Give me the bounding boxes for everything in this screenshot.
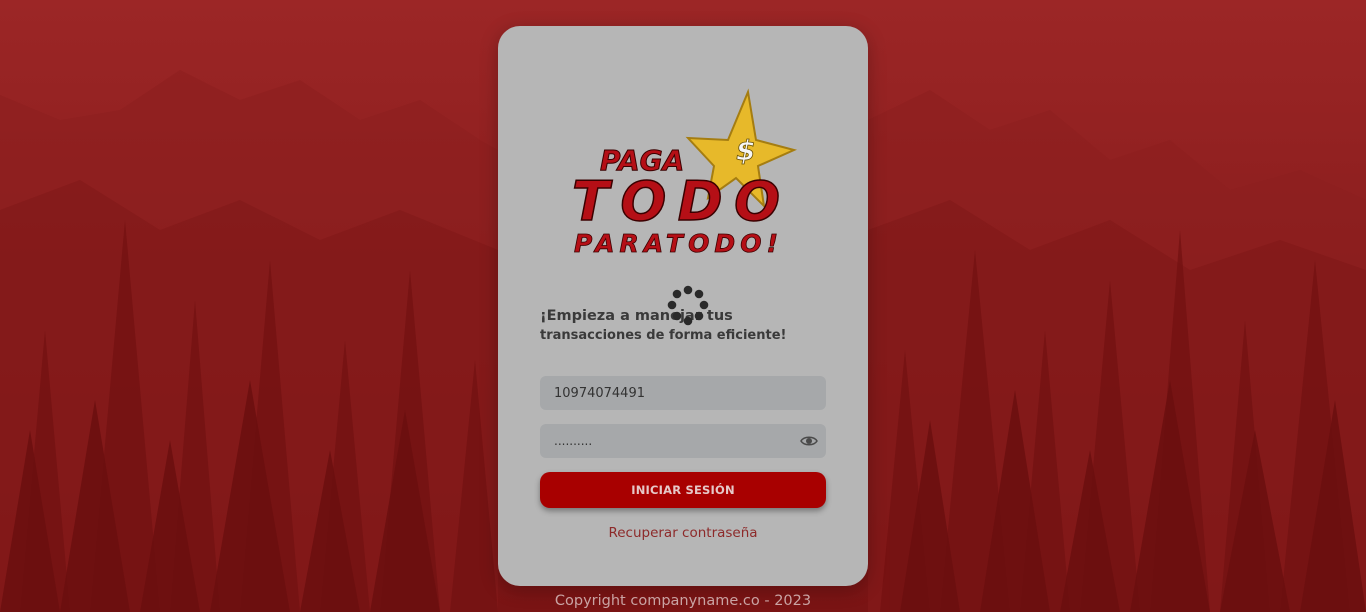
eye-icon[interactable] [800,432,818,450]
pagatodo-logo: $ PAGA TODO PARATODO! [571,88,798,258]
svg-text:$: $ [736,134,755,167]
logo-line2: TODO [572,170,780,233]
loading-spinner-icon [667,285,709,326]
copyright-footer: Copyright companyname.co - 2023 [554,593,812,609]
headline-line2: transacciones de forma eficiente! [540,328,787,343]
login-card: $ PAGA TODO PARATODO! ¡Empieza a manejar… [498,26,868,586]
username-field[interactable] [540,376,826,410]
username-input[interactable] [540,376,826,410]
password-input[interactable] [540,424,826,458]
recover-password-link[interactable]: Recuperar contraseña [498,525,868,541]
password-field[interactable] [540,424,826,458]
login-button[interactable]: INICIAR SESIÓN [540,472,826,508]
logo-line3: PARATODO! [574,229,778,258]
